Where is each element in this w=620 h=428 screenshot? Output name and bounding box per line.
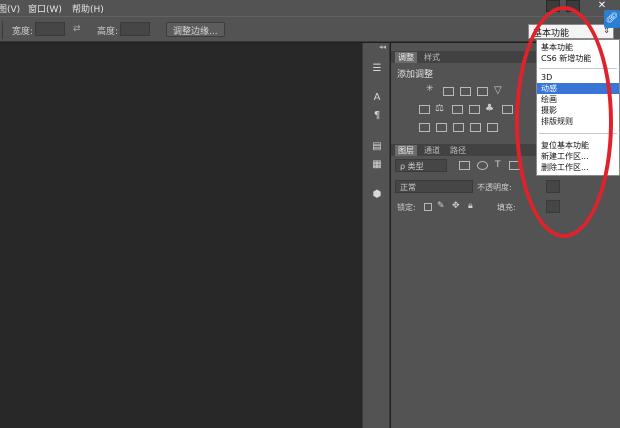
lock-paint-icon[interactable]: ✎ — [437, 201, 445, 211]
color-balance-icon[interactable]: ⚖ — [435, 104, 446, 114]
layer-filter-select[interactable]: ρ 类型 — [395, 159, 447, 172]
paragraph-icon[interactable]: ¶ — [370, 109, 384, 122]
levels-icon[interactable] — [443, 87, 454, 96]
properties-icon[interactable]: ▤ — [370, 140, 384, 153]
photo-filter-icon[interactable] — [469, 105, 480, 114]
lock-move-icon[interactable]: ✥ — [452, 201, 460, 211]
invert-icon[interactable] — [419, 123, 430, 132]
collapse-icon[interactable]: ◂◂ — [379, 43, 386, 51]
filter-type-icon[interactable]: T — [495, 160, 501, 170]
filter-pixel-icon[interactable] — [459, 161, 470, 170]
exposure-icon[interactable] — [477, 87, 488, 96]
3d-icon[interactable]: ⬢ — [370, 188, 384, 201]
menu-help[interactable]: 帮助(H) — [72, 2, 104, 15]
lock-transparency-icon[interactable] — [424, 203, 432, 211]
width-input[interactable] — [35, 22, 65, 36]
tab-styles[interactable]: 样式 — [421, 52, 443, 63]
annotation-oval — [515, 6, 613, 238]
hue-icon[interactable] — [419, 105, 430, 114]
fill-label: 填充: — [497, 203, 516, 212]
swap-icon[interactable]: ⇄ — [73, 24, 81, 34]
opacity-label: 不透明度: — [477, 183, 512, 192]
refine-edge-button[interactable]: 调整边缘... — [166, 22, 225, 37]
tab-adjustments[interactable]: 调整 — [395, 52, 417, 63]
filter-adjustment-icon[interactable] — [477, 161, 488, 170]
posterize-icon[interactable] — [436, 123, 447, 132]
width-label: 宽度: — [12, 27, 34, 37]
curves-icon[interactable] — [460, 87, 471, 96]
threshold-icon[interactable] — [453, 123, 464, 132]
blend-mode-select[interactable]: 正常 — [395, 180, 473, 193]
lock-label: 锁定: — [397, 203, 416, 212]
link-icon[interactable]: 🔗︎ — [604, 10, 620, 28]
panel-icon-strip: ◂◂ ☰ A ¶ ▤ ▦ ⬢ — [362, 43, 390, 428]
tab-paths[interactable]: 路径 — [447, 145, 469, 156]
vibrance-icon[interactable]: ▽ — [494, 86, 505, 96]
menu-window[interactable]: 窗口(W) — [28, 2, 62, 15]
add-adjustment-title: 添加调整 — [397, 70, 434, 80]
height-label: 高度: — [97, 27, 119, 37]
lock-all-icon[interactable]: 🔒︎ — [468, 201, 473, 211]
menu-bar: 图(V) 窗口(W) 帮助(H) ✕ — [0, 0, 620, 16]
document-canvas[interactable] — [0, 43, 362, 428]
channel-mixer-icon[interactable]: ♣ — [485, 104, 496, 114]
tab-channels[interactable]: 通道 — [421, 145, 443, 156]
brightness-icon[interactable]: ✳ — [426, 85, 437, 94]
options-bar: 宽度: ⇄ 高度: 调整边缘... — [0, 16, 620, 42]
color-lookup-icon[interactable] — [502, 105, 513, 114]
info-icon[interactable]: ▦ — [370, 158, 384, 171]
options-divider — [2, 21, 3, 39]
character-icon[interactable]: A — [370, 91, 384, 104]
black-white-icon[interactable] — [452, 105, 463, 114]
history-icon[interactable]: ☰ — [370, 62, 384, 75]
menu-view[interactable]: 图(V) — [0, 2, 20, 15]
selective-color-icon[interactable] — [487, 123, 498, 132]
height-input[interactable] — [120, 22, 150, 36]
tab-layers[interactable]: 图层 — [395, 145, 417, 156]
gradient-map-icon[interactable] — [470, 123, 481, 132]
